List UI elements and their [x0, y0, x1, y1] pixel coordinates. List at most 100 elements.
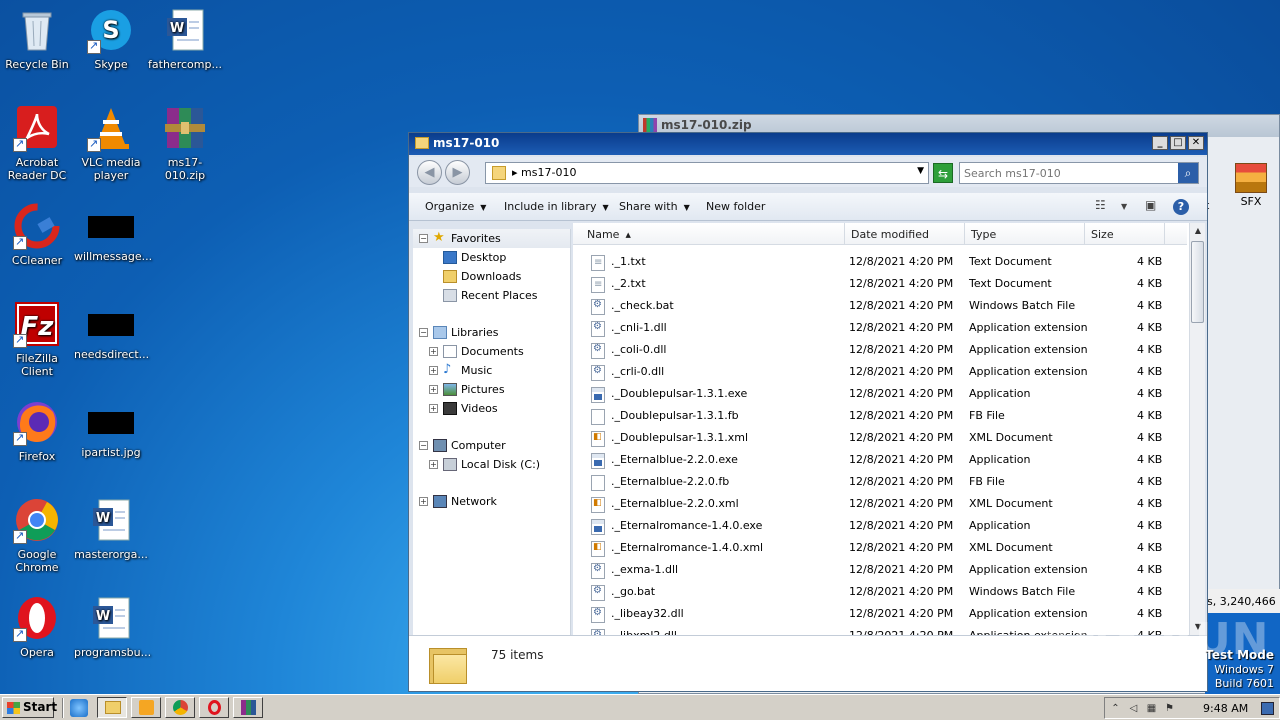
- view-options-icon[interactable]: ☷: [1095, 198, 1106, 212]
- file-row[interactable]: ._coli-0.dll 12/8/2021 4:20 PM Application…: [573, 339, 1187, 361]
- file-row[interactable]: ._Eternalblue-2.2.0.fb 12/8/2021 4:20 PM F…: [573, 471, 1187, 493]
- taskbar-winrar-button[interactable]: [233, 697, 263, 718]
- desktop-icon-acrobat[interactable]: Acrobat Reader DC: [0, 104, 74, 182]
- file-row[interactable]: ._Doublepulsar-1.3.1.fb 12/8/2021 4:20 PM…: [573, 405, 1187, 427]
- chevron-down-icon[interactable]: ▼: [1121, 202, 1127, 211]
- taskbar-explorer-button[interactable]: [97, 697, 127, 718]
- desktop-icon-filezilla[interactable]: Fz FileZilla Client: [0, 300, 74, 378]
- breadcrumb-current[interactable]: ms17-010: [521, 166, 576, 179]
- desktop-icon-ccleaner[interactable]: CCleaner: [0, 202, 74, 267]
- desktop-icon-masterorga[interactable]: W masterorga...: [74, 496, 148, 561]
- organize-button[interactable]: Organize ▼: [425, 200, 486, 213]
- start-button[interactable]: Start: [2, 697, 57, 718]
- desktop-icon-ms17-zip[interactable]: ms17-010.zip: [148, 104, 222, 182]
- nav-pictures[interactable]: + Pictures: [413, 380, 570, 399]
- desktop-icon-skype[interactable]: S Skype: [74, 6, 148, 71]
- desktop-icon-ipartist[interactable]: ipartist.jpg: [74, 398, 148, 459]
- expand-icon[interactable]: +: [419, 497, 428, 506]
- expand-icon[interactable]: +: [429, 385, 438, 394]
- file-row[interactable]: ._Eternalromance-1.4.0.xml 12/8/2021 4:20…: [573, 537, 1187, 559]
- taskbar-opera-button[interactable]: [199, 697, 229, 718]
- desktop-icon-programsbu[interactable]: W programsbu...: [74, 594, 151, 659]
- search-input[interactable]: [960, 163, 1170, 183]
- share-with-button[interactable]: Share with ▼: [619, 200, 690, 213]
- explorer-window[interactable]: ms17-010 _ □ ✕ ◀ ▶ ▸ ms17-010 ▼ ⇆ ⌕ Orga…: [408, 132, 1208, 692]
- file-app-icon: [591, 453, 605, 469]
- column-size[interactable]: Size: [1085, 223, 1165, 245]
- nav-downloads[interactable]: Downloads: [413, 267, 570, 286]
- column-name[interactable]: Name ▲: [573, 223, 845, 245]
- scroll-up-button[interactable]: ▲: [1190, 223, 1206, 239]
- collapse-icon[interactable]: −: [419, 441, 428, 450]
- clock[interactable]: 9:48 AM: [1203, 702, 1248, 715]
- desktop-icon-chrome[interactable]: Google Chrome: [0, 496, 74, 574]
- file-row[interactable]: ._crli-0.dll 12/8/2021 4:20 PM Application…: [573, 361, 1187, 383]
- address-field[interactable]: ▸ ms17-010 ▼: [485, 162, 929, 184]
- breadcrumb[interactable]: ▸ ms17-010: [512, 166, 576, 179]
- expand-icon[interactable]: +: [429, 366, 438, 375]
- desktop-icon-opera[interactable]: Opera: [0, 594, 74, 659]
- show-hidden-icons-icon[interactable]: ⌃: [1109, 702, 1122, 715]
- desktop-icon-fathercomp[interactable]: W fathercomp...: [148, 6, 222, 71]
- taskbar-media-player-button[interactable]: [131, 697, 161, 718]
- search-icon[interactable]: ⌕: [1178, 163, 1198, 183]
- forward-button[interactable]: ▶: [445, 160, 470, 185]
- file-row[interactable]: ._Doublepulsar-1.3.1.exe 12/8/2021 4:20 P…: [573, 383, 1187, 405]
- help-icon[interactable]: ?: [1173, 199, 1189, 215]
- file-row[interactable]: ._exma-1.dll 12/8/2021 4:20 PM Application…: [573, 559, 1187, 581]
- desktop-icon-vlc[interactable]: VLC media player: [74, 104, 148, 182]
- file-row[interactable]: ._cnli-1.dll 12/8/2021 4:20 PM Application…: [573, 317, 1187, 339]
- file-row[interactable]: ._Eternalromance-1.4.0.exe 12/8/2021 4:20…: [573, 515, 1187, 537]
- file-type: Text Document: [969, 277, 1052, 290]
- desktop-icon-needsdirect[interactable]: needsdirect...: [74, 300, 149, 361]
- maximize-button[interactable]: □: [1170, 136, 1186, 150]
- file-row[interactable]: ._check.bat 12/8/2021 4:20 PM Windows Batc…: [573, 295, 1187, 317]
- file-row[interactable]: ._Doublepulsar-1.3.1.xml 12/8/2021 4:20 P…: [573, 427, 1187, 449]
- column-date-modified[interactable]: Date modified: [845, 223, 965, 245]
- desktop-icon-firefox[interactable]: Firefox: [0, 398, 74, 463]
- close-button[interactable]: ✕: [1188, 136, 1204, 150]
- network-tray-icon[interactable]: ▦: [1145, 702, 1158, 715]
- nav-local-disk[interactable]: + Local Disk (C:): [413, 455, 570, 474]
- search-box[interactable]: ⌕: [959, 162, 1199, 184]
- nav-videos[interactable]: + Videos: [413, 399, 570, 418]
- file-row[interactable]: ._Eternalblue-2.2.0.exe 12/8/2021 4:20 PM…: [573, 449, 1187, 471]
- nav-network[interactable]: + Network: [413, 492, 570, 511]
- expand-icon[interactable]: +: [429, 347, 438, 356]
- show-desktop-icon[interactable]: [1261, 702, 1274, 715]
- nav-music[interactable]: + ♪ Music: [413, 361, 570, 380]
- nav-recent-places[interactable]: Recent Places: [413, 286, 570, 305]
- collapse-icon[interactable]: −: [419, 234, 428, 243]
- desktop-icon-recycle-bin[interactable]: Recycle Bin: [0, 6, 74, 71]
- scrollbar-thumb[interactable]: [1191, 241, 1204, 323]
- nav-computer[interactable]: − Computer: [413, 436, 570, 455]
- internet-explorer-icon[interactable]: [70, 699, 88, 717]
- sfx-button[interactable]: SFX: [1229, 163, 1273, 208]
- nav-libraries[interactable]: − Libraries: [413, 323, 570, 342]
- vertical-scrollbar[interactable]: ▲ ▼: [1189, 223, 1205, 635]
- include-in-library-button[interactable]: Include in library ▼: [504, 200, 609, 213]
- chevron-down-icon[interactable]: ▼: [917, 166, 924, 176]
- desktop-icon-willmessage[interactable]: willmessage...: [74, 202, 152, 263]
- nav-favorites[interactable]: − ★ Favorites: [413, 229, 570, 248]
- explorer-titlebar[interactable]: ms17-010 _ □ ✕: [409, 133, 1207, 155]
- column-type[interactable]: Type: [965, 223, 1085, 245]
- minimize-button[interactable]: _: [1152, 136, 1168, 150]
- taskbar-chrome-button[interactable]: [165, 697, 195, 718]
- file-row[interactable]: ._Eternalblue-2.2.0.xml 12/8/2021 4:20 PM…: [573, 493, 1187, 515]
- nav-desktop[interactable]: Desktop: [413, 248, 570, 267]
- collapse-icon[interactable]: −: [419, 328, 428, 337]
- shortcut-arrow-icon: [87, 137, 101, 152]
- nav-documents[interactable]: + Documents: [413, 342, 570, 361]
- preview-pane-icon[interactable]: ▣: [1145, 198, 1156, 212]
- back-button[interactable]: ◀: [417, 160, 442, 185]
- expand-icon[interactable]: +: [429, 404, 438, 413]
- speaker-icon[interactable]: ◁: [1127, 702, 1140, 715]
- file-row[interactable]: ._1.txt 12/8/2021 4:20 PM Text Document 4 K…: [573, 251, 1187, 273]
- file-row[interactable]: ._go.bat 12/8/2021 4:20 PM Windows Batch F…: [573, 581, 1187, 603]
- action-center-flag-icon[interactable]: ⚑: [1163, 702, 1176, 715]
- refresh-button[interactable]: ⇆: [933, 163, 953, 183]
- new-folder-button[interactable]: New folder: [706, 200, 765, 213]
- file-row[interactable]: ._2.txt 12/8/2021 4:20 PM Text Document 4 K…: [573, 273, 1187, 295]
- expand-icon[interactable]: +: [429, 460, 438, 469]
